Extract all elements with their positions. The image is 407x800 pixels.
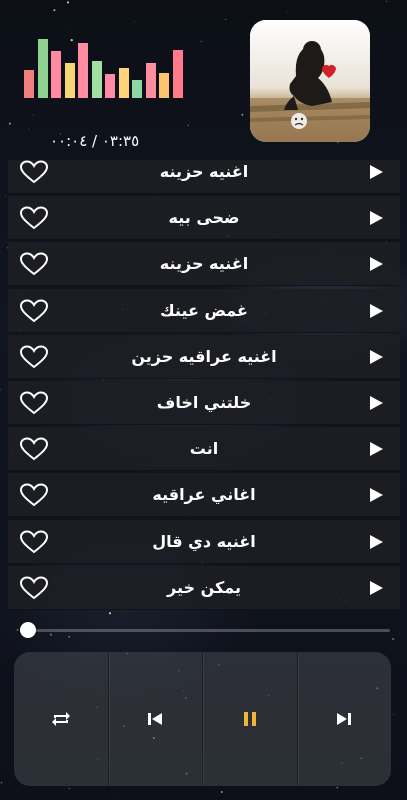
song-row[interactable]: اغنيه حزينه bbox=[8, 160, 400, 194]
favorite-heart-icon[interactable] bbox=[19, 160, 49, 184]
favorite-heart-icon[interactable] bbox=[19, 437, 49, 461]
star bbox=[68, 787, 71, 790]
star bbox=[392, 637, 395, 641]
equalizer-bar bbox=[118, 68, 129, 98]
song-title: اغاني عراقيه bbox=[152, 485, 256, 505]
song-title: اغنيه حزينه bbox=[159, 162, 249, 181]
next-icon bbox=[337, 713, 352, 725]
song-row[interactable]: انت bbox=[8, 427, 400, 472]
play-icon[interactable] bbox=[368, 580, 384, 596]
play-icon[interactable] bbox=[368, 256, 384, 272]
previous-icon bbox=[148, 713, 163, 725]
equalizer-bar bbox=[105, 74, 115, 98]
playback-controls bbox=[14, 652, 391, 786]
song-row[interactable]: خلتني اخاف bbox=[8, 381, 400, 425]
star bbox=[5, 195, 6, 197]
play-icon[interactable] bbox=[368, 210, 384, 226]
sad-face-icon bbox=[291, 113, 307, 129]
star bbox=[336, 786, 339, 789]
song-title: اغنيه دي قال bbox=[152, 531, 256, 551]
favorite-heart-icon[interactable] bbox=[19, 483, 49, 507]
previous-button[interactable] bbox=[107, 652, 203, 786]
equalizer-bar bbox=[24, 70, 34, 98]
favorite-heart-icon[interactable] bbox=[19, 576, 49, 600]
play-icon[interactable] bbox=[368, 303, 384, 319]
repeat-button[interactable] bbox=[14, 652, 108, 786]
equalizer-bar bbox=[78, 43, 88, 98]
equalizer-bar bbox=[159, 73, 169, 98]
play-icon[interactable] bbox=[368, 164, 384, 180]
song-title: ضحى بيه bbox=[168, 208, 240, 228]
favorite-heart-icon[interactable] bbox=[19, 299, 49, 323]
song-title: خلتني اخاف bbox=[156, 393, 252, 412]
song-list[interactable]: اغنيه حزينه ضحى بيه اغنيه حزينه غمض عينك اغن… bbox=[8, 160, 400, 610]
play-icon[interactable] bbox=[368, 349, 384, 365]
star bbox=[393, 714, 395, 716]
equalizer-bar bbox=[145, 63, 156, 98]
playback-time: ٠٣:٣٥ / ٠٠:٠٤ bbox=[50, 132, 139, 150]
next-button[interactable] bbox=[296, 652, 392, 786]
seek-thumb[interactable] bbox=[20, 622, 36, 638]
song-title: اغنيه عراقيه حزين bbox=[131, 346, 277, 366]
song-title: انت bbox=[189, 439, 219, 459]
duration-text: ٠٣:٣٥ bbox=[101, 132, 140, 150]
song-row[interactable]: يمكن خير bbox=[8, 565, 400, 610]
player-header: ٠٣:٣٥ / ٠٠:٠٤ bbox=[0, 0, 407, 160]
song-row[interactable]: اغنيه دي قال bbox=[8, 519, 400, 564]
song-title: غمض عينك bbox=[160, 300, 248, 320]
favorite-heart-icon[interactable] bbox=[19, 530, 49, 554]
equalizer-bar bbox=[64, 63, 75, 98]
seek-track[interactable] bbox=[20, 629, 390, 632]
song-row[interactable]: اغنيه حزينه bbox=[8, 242, 400, 287]
star bbox=[220, 791, 223, 793]
repeat-icon bbox=[51, 712, 70, 726]
song-row[interactable]: اغنيه عراقيه حزين bbox=[8, 334, 400, 379]
pause-button[interactable] bbox=[202, 652, 297, 786]
song-title: يمكن خير bbox=[166, 577, 242, 597]
star bbox=[16, 628, 19, 632]
album-art-image bbox=[250, 20, 370, 142]
equalizer-bar bbox=[91, 61, 102, 98]
star bbox=[108, 612, 112, 615]
elapsed-text: ٠٠:٠٤ bbox=[50, 132, 88, 150]
equalizer-bar bbox=[37, 39, 48, 98]
favorite-heart-icon[interactable] bbox=[19, 391, 49, 415]
star bbox=[119, 798, 121, 800]
equalizer-bar bbox=[132, 80, 142, 98]
pause-icon bbox=[243, 712, 256, 726]
favorite-heart-icon[interactable] bbox=[19, 206, 49, 230]
time-separator: / bbox=[87, 132, 102, 150]
favorite-heart-icon[interactable] bbox=[19, 345, 49, 369]
seek-bar[interactable] bbox=[20, 622, 390, 638]
song-title: اغنيه حزينه bbox=[159, 254, 249, 274]
song-row[interactable]: اغاني عراقيه bbox=[8, 473, 400, 518]
song-row[interactable]: ضحى بيه bbox=[8, 196, 400, 241]
equalizer-bar bbox=[51, 51, 61, 98]
equalizer-bar bbox=[172, 50, 183, 98]
play-icon[interactable] bbox=[368, 534, 384, 550]
song-row[interactable]: غمض عينك bbox=[8, 288, 400, 333]
album-cover bbox=[250, 20, 370, 142]
star bbox=[0, 781, 3, 784]
favorite-heart-icon[interactable] bbox=[19, 252, 49, 276]
play-icon[interactable] bbox=[368, 487, 384, 503]
play-icon[interactable] bbox=[368, 395, 384, 411]
equalizer-visualizer bbox=[24, 38, 196, 98]
star bbox=[0, 388, 1, 391]
play-icon[interactable] bbox=[368, 441, 384, 457]
